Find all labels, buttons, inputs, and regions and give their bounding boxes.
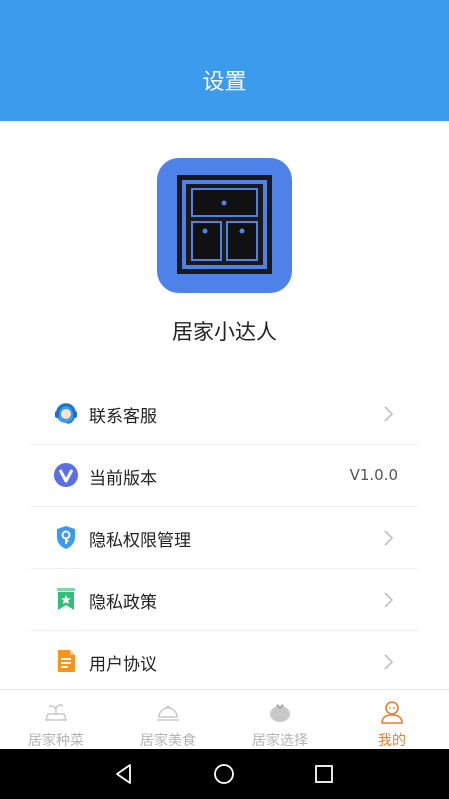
recents-icon[interactable] <box>311 761 337 787</box>
cabinet-icon <box>177 175 272 274</box>
bottom-tab-bar: 居家种菜 居家美食 居家选择 我的 <box>0 689 449 749</box>
page-title: 设置 <box>202 70 247 95</box>
menu-item-label: 隐私权限管理 <box>89 531 191 551</box>
back-icon[interactable] <box>111 761 137 787</box>
version-value: V1.0.0 <box>349 466 398 484</box>
tab-label: 居家种菜 <box>28 733 84 749</box>
tab-label: 居家选择 <box>252 733 308 749</box>
chevron-right-icon <box>384 654 394 670</box>
tab-mine[interactable]: 我的 <box>336 690 448 750</box>
menu-item-version: 当前版本 V1.0.0 <box>31 445 418 507</box>
home-icon[interactable] <box>211 761 237 787</box>
menu-item-label: 用户协议 <box>89 655 157 675</box>
menu-item-label: 当前版本 <box>89 469 157 489</box>
planting-icon <box>44 704 68 721</box>
menu-item-label: 隐私政策 <box>89 593 157 613</box>
menu-item-customer-service[interactable]: 联系客服 <box>31 383 418 445</box>
tab-home-choice[interactable]: 居家选择 <box>224 690 336 750</box>
tomato-icon <box>270 704 290 722</box>
app-logo <box>157 158 292 293</box>
headset-icon <box>55 403 77 424</box>
chevron-right-icon <box>384 592 394 608</box>
tab-home-planting[interactable]: 居家种菜 <box>0 690 112 750</box>
menu-item-user-agreement[interactable]: 用户协议 <box>31 631 418 693</box>
bookmark-star-icon <box>57 588 75 610</box>
document-icon <box>58 650 75 672</box>
tab-home-food[interactable]: 居家美食 <box>112 690 224 750</box>
tab-label: 居家美食 <box>140 733 196 749</box>
system-navigation-bar <box>0 749 449 799</box>
profile-icon <box>381 701 403 724</box>
chevron-right-icon <box>384 530 394 546</box>
menu-item-label: 联系客服 <box>89 407 157 427</box>
header-bar: 设置 <box>0 0 449 121</box>
food-dome-icon <box>157 705 179 721</box>
tab-label: 我的 <box>378 733 406 749</box>
menu-item-privacy-policy[interactable]: 隐私政策 <box>31 569 418 631</box>
menu-item-privacy-permissions[interactable]: 隐私权限管理 <box>31 507 418 569</box>
chevron-right-icon <box>384 406 394 422</box>
app-name: 居家小达人 <box>172 320 277 344</box>
shield-key-icon <box>57 526 75 549</box>
settings-menu: 联系客服 当前版本 V1.0.0 隐私权限管理 隐私政策 用户协议 <box>31 383 418 693</box>
version-v-icon <box>54 463 78 487</box>
